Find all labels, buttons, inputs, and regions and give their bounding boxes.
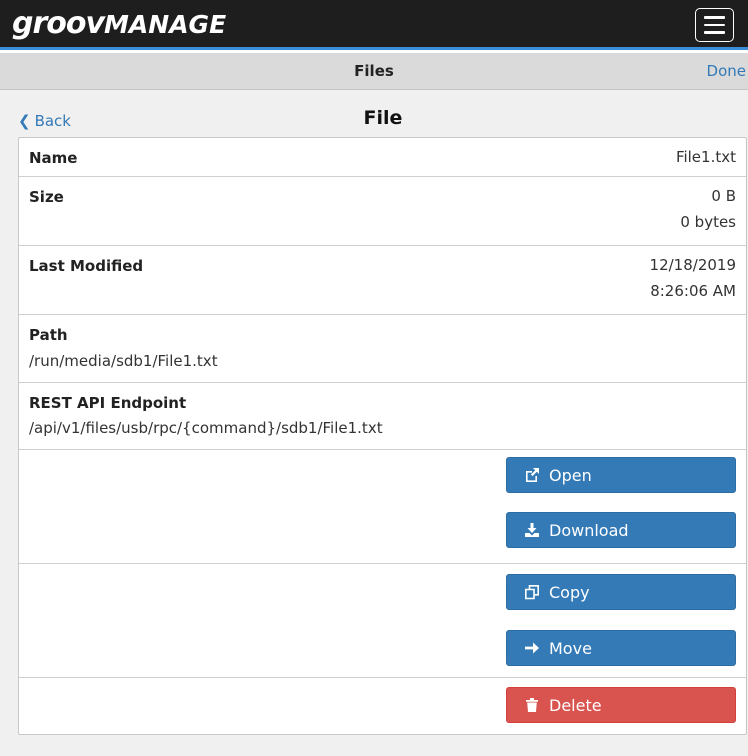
top-bar: groovMANAGE — [0, 0, 748, 50]
download-button[interactable]: Download — [506, 512, 736, 548]
last-modified-time: 8:26:06 AM — [650, 282, 736, 300]
name-label: Name — [29, 149, 78, 167]
row-open-download: Open Download — [19, 450, 746, 564]
app-logo: groovMANAGE — [12, 5, 226, 44]
file-details-panel: Name File1.txt Size 0 B 0 bytes Last Mod… — [18, 137, 747, 735]
copy-icon — [523, 584, 541, 600]
external-link-icon — [523, 467, 541, 483]
name-value: File1.txt — [675, 148, 736, 166]
row-name: Name File1.txt — [19, 138, 746, 177]
trash-icon — [523, 697, 541, 713]
row-delete: Delete — [19, 678, 746, 736]
delete-button[interactable]: Delete — [506, 687, 736, 723]
row-endpoint: REST API Endpoint /api/v1/files/usb/rpc/… — [19, 383, 746, 450]
hamburger-menu-button[interactable] — [695, 8, 734, 42]
last-modified-date: 12/18/2019 — [649, 256, 736, 274]
logo-manage: MANAGE — [104, 10, 227, 39]
copy-label: Copy — [549, 582, 590, 602]
download-label: Download — [549, 520, 629, 540]
delete-label: Delete — [549, 695, 602, 715]
page-title: File — [363, 107, 403, 129]
main-content: ❮ Back File Name File1.txt Size 0 B 0 byt… — [0, 90, 748, 756]
done-link[interactable]: Done — [707, 53, 746, 90]
row-copy-move: Copy Move — [19, 564, 746, 678]
open-button[interactable]: Open — [506, 457, 736, 493]
move-label: Move — [549, 638, 592, 658]
open-label: Open — [549, 465, 592, 485]
path-label: Path — [29, 326, 68, 344]
copy-button[interactable]: Copy — [506, 574, 736, 610]
sub-header: Files Done — [0, 53, 748, 90]
size-bytes: 0 bytes — [680, 213, 736, 231]
path-value: /run/media/sdb1/File1.txt — [29, 352, 218, 370]
last-modified-label: Last Modified — [29, 257, 144, 275]
row-size: Size 0 B 0 bytes — [19, 177, 746, 246]
section-title: Files — [354, 62, 394, 80]
arrow-right-icon — [523, 640, 541, 656]
move-button[interactable]: Move — [506, 630, 736, 666]
endpoint-label: REST API Endpoint — [29, 394, 187, 412]
logo-groov: groov — [12, 6, 105, 41]
endpoint-value: /api/v1/files/usb/rpc/{command}/sdb1/Fil… — [29, 419, 383, 437]
row-last-modified: Last Modified 12/18/2019 8:26:06 AM — [19, 246, 746, 315]
size-label: Size — [29, 188, 64, 206]
hamburger-icon — [704, 16, 725, 19]
row-path: Path /run/media/sdb1/File1.txt — [19, 315, 746, 383]
size-value: 0 B — [711, 187, 736, 205]
download-icon — [523, 522, 541, 538]
